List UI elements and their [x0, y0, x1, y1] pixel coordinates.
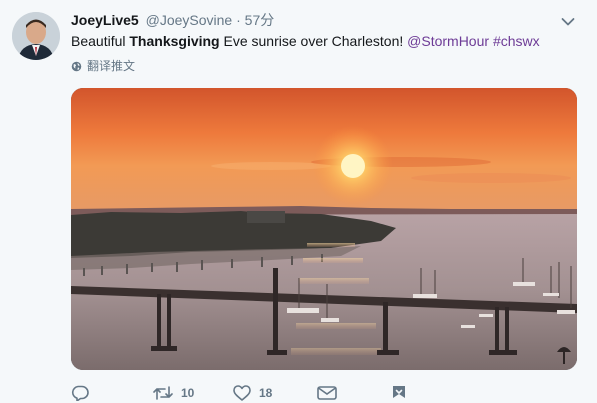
tweet-text: Beautiful Thanksgiving Eve sunrise over …	[71, 32, 540, 51]
separator-dot: ·	[236, 12, 241, 28]
retweet-count: 10	[181, 386, 195, 400]
heart-icon	[233, 385, 251, 401]
translate-label: 翻译推文	[87, 59, 136, 73]
bookmark-icon	[393, 386, 405, 398]
display-name[interactable]: JoeyLive5	[71, 12, 139, 28]
retweet-button[interactable]: 10	[153, 385, 194, 401]
bookmark-button[interactable]	[391, 385, 407, 401]
direct-message-button[interactable]	[317, 385, 337, 401]
tweet-header: JoeyLive5 @JoeySovine · 57分	[71, 11, 274, 29]
tweet[interactable]: JoeyLive5 @JoeySovine · 57分 Beautiful Th…	[0, 0, 597, 403]
reply-icon	[71, 385, 89, 401]
translate-tweet-link[interactable]: 翻译推文	[71, 58, 135, 74]
like-count: 18	[259, 386, 273, 400]
user-handle[interactable]: @JoeySovine	[146, 12, 233, 28]
chevron-down-icon[interactable]	[561, 14, 575, 26]
tweet-text-bold: Thanksgiving	[129, 33, 220, 49]
avatar[interactable]	[12, 12, 60, 60]
tweet-photo[interactable]	[71, 88, 577, 370]
like-button[interactable]: 18	[233, 385, 272, 401]
tweet-timestamp[interactable]: 57分	[245, 12, 275, 28]
tweet-text-part: Beautiful	[71, 33, 130, 49]
retweet-icon	[153, 386, 173, 400]
tweet-actions: 10 18	[71, 385, 431, 403]
globe-icon	[71, 61, 82, 71]
hashtag-link[interactable]: #chswx	[493, 33, 540, 49]
reply-button[interactable]	[71, 385, 97, 401]
mention-link[interactable]: @StormHour	[407, 33, 489, 49]
envelope-icon	[317, 386, 337, 400]
tweet-text-part: Eve sunrise over Charleston!	[219, 33, 408, 49]
